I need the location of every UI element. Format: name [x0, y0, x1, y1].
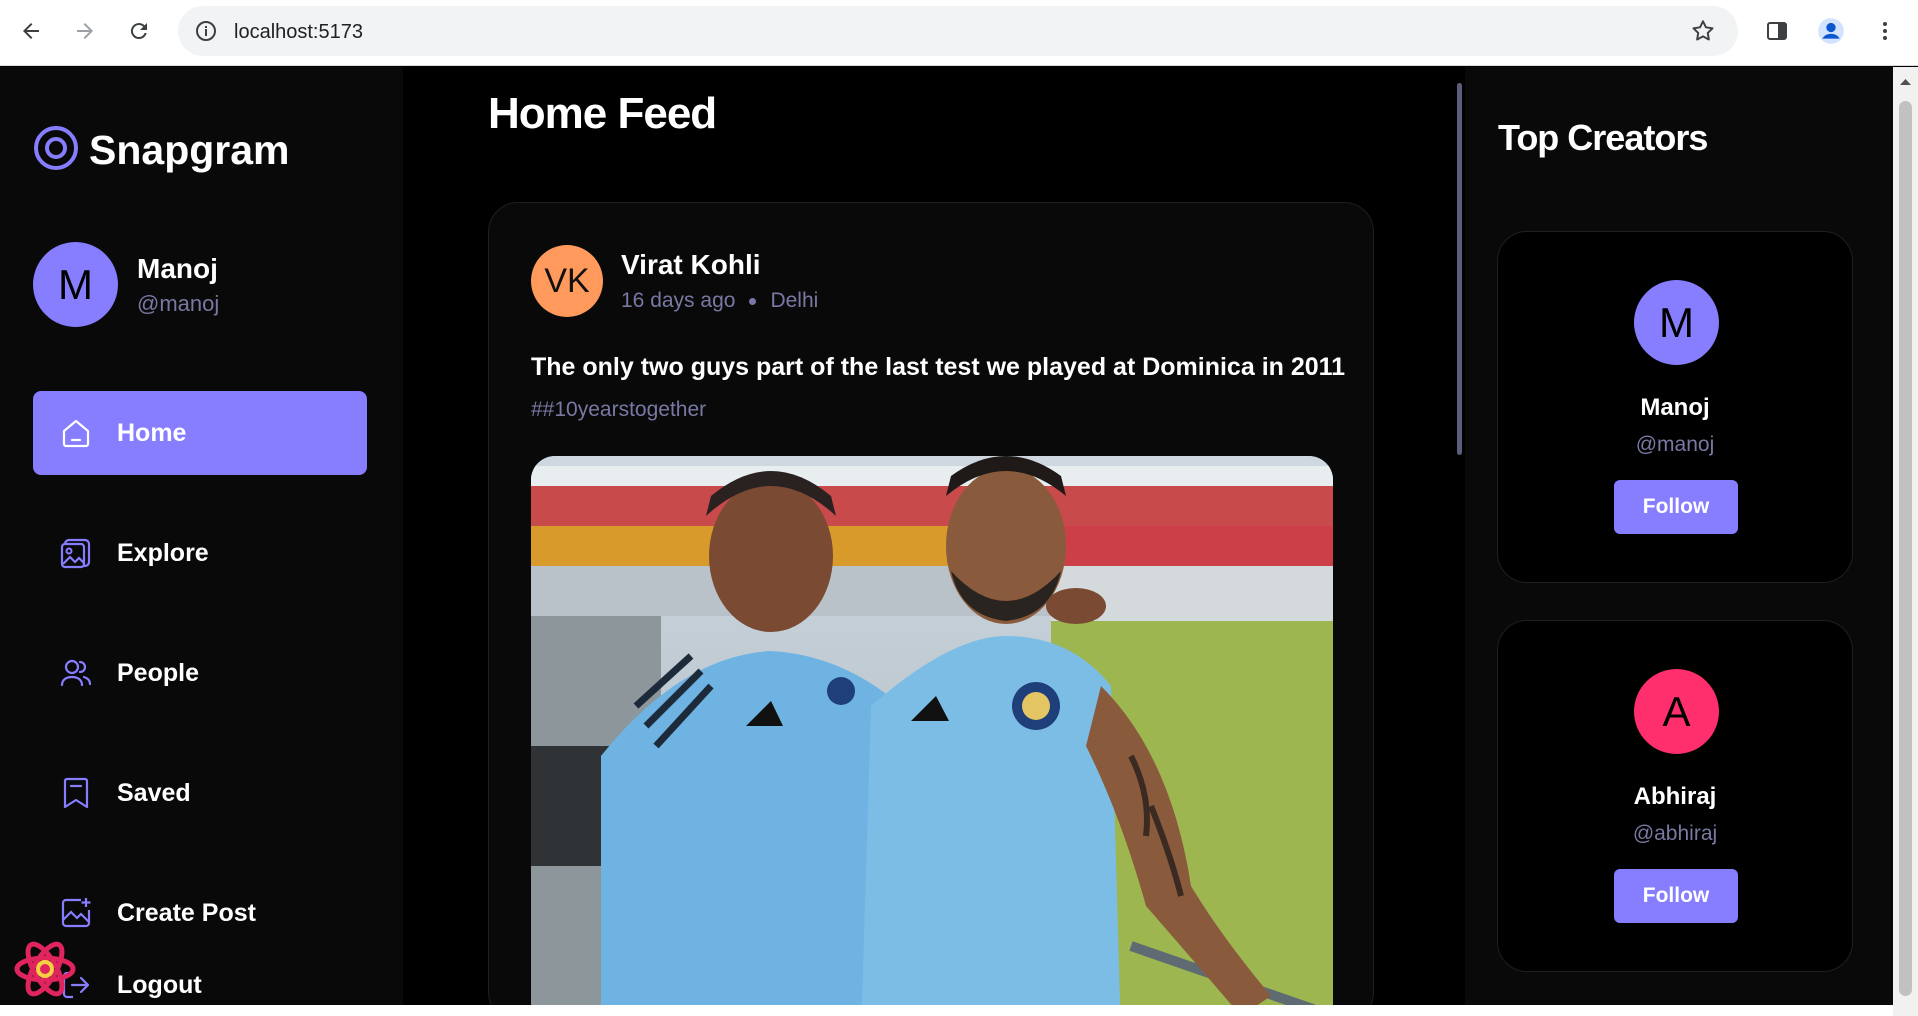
user-handle: @manoj [137, 290, 220, 316]
user-name: Manoj [137, 252, 218, 284]
post-time: 16 days ago [621, 289, 736, 312]
page-bottom-edge [0, 1005, 1893, 1016]
user-profile[interactable]: M Manoj @manoj [33, 242, 219, 327]
post-image[interactable] [531, 456, 1333, 1005]
bookmark-icon [57, 774, 95, 812]
top-creators-title: Top Creators [1498, 117, 1708, 158]
creator-name[interactable]: Manoj [1498, 394, 1852, 422]
address-bar[interactable]: localhost:5173 [178, 6, 1738, 56]
bookmark-star-icon[interactable] [1690, 18, 1716, 49]
nav-item-explore[interactable]: Explore [33, 511, 367, 595]
follow-button[interactable]: Follow [1614, 869, 1738, 923]
creator-handle: @manoj [1635, 433, 1715, 456]
site-info-icon[interactable] [194, 19, 218, 48]
author-avatar[interactable]: VK [531, 245, 603, 317]
logout-label: Logout [117, 970, 202, 999]
follow-button[interactable]: Follow [1614, 480, 1738, 534]
post-location: Delhi [770, 289, 819, 312]
post-photo [531, 456, 1333, 1005]
browser-toolbar: localhost:5173 [0, 0, 1918, 66]
feed-scrollbar-thumb[interactable] [1457, 83, 1462, 455]
profile-icon[interactable] [1814, 14, 1848, 48]
creator-card: A Abhiraj @abhiraj Follow [1497, 620, 1853, 972]
menu-kebab-icon[interactable] [1868, 14, 1902, 48]
logo[interactable]: Snapgram [33, 125, 290, 176]
nav-label-create-post: Create Post [117, 898, 256, 927]
creator-handle: @abhiraj [1632, 822, 1718, 845]
creator-avatar[interactable]: A [1634, 669, 1719, 754]
top-creators-panel: Top Creators M Manoj @manoj Follow A Abh… [1465, 67, 1893, 1005]
creator-avatar[interactable]: M [1634, 280, 1719, 365]
creator-card: M Manoj @manoj Follow [1497, 231, 1853, 583]
people-icon [57, 654, 95, 692]
snapgram-logo-icon [33, 125, 79, 176]
nav-item-people[interactable]: People [33, 631, 367, 715]
post-hashtag: ##10yearstogether [531, 398, 707, 421]
nav-label-saved: Saved [117, 778, 191, 807]
explore-icon [57, 534, 95, 572]
reload-icon[interactable] [122, 14, 156, 48]
side-panel-icon[interactable] [1760, 14, 1794, 48]
meta-separator [749, 297, 757, 305]
forward-icon[interactable] [68, 14, 102, 48]
app-page: Snapgram M Manoj @manoj Home Explore Peo… [0, 67, 1893, 1005]
create-post-icon [57, 894, 95, 932]
left-sidebar: Snapgram M Manoj @manoj Home Explore Peo… [0, 67, 403, 1005]
post-header: VK Virat Kohli 16 days ago Delhi [531, 245, 818, 317]
post-caption: The only two guys part of the last test … [531, 353, 1346, 381]
react-devtools-icon[interactable] [14, 940, 76, 998]
nav-item-home[interactable]: Home [33, 391, 367, 475]
brand-name: Snapgram [89, 127, 290, 173]
avatar: M [33, 242, 118, 327]
nav-label-people: People [117, 658, 199, 687]
post-author[interactable]: Virat Kohli [621, 249, 818, 281]
nav-item-saved[interactable]: Saved [33, 751, 367, 835]
window-scrollbar[interactable] [1893, 67, 1918, 1016]
page-title: Home Feed [488, 89, 717, 138]
scroll-up-icon[interactable] [1893, 73, 1918, 91]
nav-label-explore: Explore [117, 538, 209, 567]
back-icon[interactable] [14, 14, 48, 48]
url-text: localhost:5173 [234, 21, 363, 43]
post-card: VK Virat Kohli 16 days ago Delhi The onl… [488, 202, 1374, 1005]
window-scrollbar-thumb[interactable] [1899, 101, 1912, 996]
nav-label-home: Home [117, 418, 187, 447]
home-icon [57, 414, 95, 452]
creator-name[interactable]: Abhiraj [1498, 783, 1852, 811]
logout-button[interactable]: Logout [33, 943, 367, 1005]
